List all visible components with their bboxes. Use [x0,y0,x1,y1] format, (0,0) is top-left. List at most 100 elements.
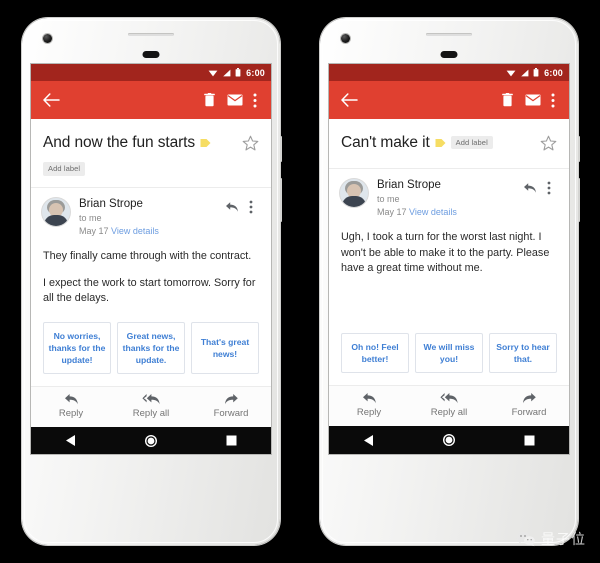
view-details-link[interactable]: View details [409,207,457,217]
back-arrow-icon[interactable] [40,87,62,113]
reply-all-label: Reply all [132,407,170,419]
forward-arrow-icon [224,393,238,404]
forward-button[interactable]: Forward [489,392,569,418]
sensor-pill [440,51,458,58]
android-nav-bar [31,426,271,454]
sender-recipient: to me [377,194,400,204]
battery-icon [235,68,241,77]
screenshot-stage: 6:00 And now the fun starts Add label Br… [0,0,600,563]
sender-date-row: May 17 View details [377,206,522,218]
nav-home-button[interactable] [431,429,467,451]
reply-action-bar: Reply Reply all Forward [31,385,271,427]
avatar [340,179,368,207]
add-label-chip[interactable]: Add label [450,135,493,150]
sender-date-row: May 17 View details [79,225,224,237]
mail-envelope-icon[interactable] [222,87,248,113]
view-details-link[interactable]: View details [111,226,159,236]
reply-all-arrow-icon [141,393,160,404]
status-bar: 6:00 [31,64,271,81]
forward-label: Forward [213,407,249,419]
earpiece-speaker [128,33,174,36]
sender-row: Brian Strope to me May 17 View details [31,188,271,241]
mail-body: Ugh, I took a turn for the worst last ni… [329,222,569,329]
reply-arrow-icon[interactable] [522,180,538,196]
status-time: 6:00 [544,67,563,78]
overflow-menu-icon[interactable] [546,87,560,113]
star-icon[interactable] [242,135,259,157]
subject-line: And now the fun starts [43,133,236,152]
phone-screen-left: 6:00 And now the fun starts Add label Br… [31,64,271,454]
app-toolbar [31,81,271,119]
sender-recipient: to me [79,213,102,223]
volume-button[interactable] [578,178,580,222]
smart-reply-chip[interactable]: No worries, thanks for the update! [43,321,111,374]
reply-all-button[interactable]: Reply all [111,393,191,419]
mail-paragraph: I expect the work to start tomorrow. Sor… [43,276,256,305]
nav-recents-button[interactable] [213,430,249,452]
mail-paragraph: They finally came through with the contr… [43,250,252,262]
subject-block: Can't make it Add label [329,119,569,169]
earpiece-speaker [426,33,472,36]
wifi-icon [506,70,516,76]
avatar [42,198,70,226]
message-overflow-icon[interactable] [243,199,259,215]
wechat-icon [516,532,535,547]
phone-device-right: 6:00 Can't make it Add label Brian Strop… [320,18,580,545]
volume-button[interactable] [280,178,282,222]
power-button[interactable] [280,136,282,162]
smart-reply-chip[interactable]: That's great news! [191,321,259,374]
star-icon[interactable] [540,135,557,157]
sender-name: Brian Strope [377,179,441,191]
mail-envelope-icon[interactable] [520,87,546,113]
message-overflow-icon[interactable] [541,180,557,196]
reply-arrow-icon [362,393,376,404]
phone-device-left: 6:00 And now the fun starts Add label Br… [22,18,282,545]
smart-reply-bar: Oh no! Feel better! We will miss you! So… [329,329,569,385]
status-bar: 6:00 [329,64,569,81]
watermark-text: 量子位 [541,531,586,547]
front-camera-icon [341,34,350,43]
sender-date: May 17 [377,207,407,217]
delete-trash-icon[interactable] [494,87,520,113]
reply-all-arrow-icon [439,393,458,404]
subject-block: And now the fun starts Add label [31,119,271,188]
sender-meta: Brian Strope to me May 17 View details [377,178,522,218]
smart-reply-chip[interactable]: Oh no! Feel better! [341,333,409,373]
forward-button[interactable]: Forward [191,393,271,419]
add-label-chip[interactable]: Add label [43,162,86,176]
battery-icon [533,68,539,77]
triangle-back-icon [364,434,373,446]
smart-reply-chip[interactable]: Great news, thanks for the update. [117,321,185,374]
sender-meta: Brian Strope to me May 17 View details [79,197,224,237]
forward-label: Forward [511,407,547,418]
smart-reply-bar: No worries, thanks for the update! Great… [31,318,271,386]
watermark: 量子位 [516,529,586,549]
signal-icon [521,69,529,76]
smart-reply-chip[interactable]: Sorry to hear that. [489,333,557,373]
nav-back-button[interactable] [53,430,89,452]
wifi-icon [208,70,218,76]
reply-button[interactable]: Reply [329,392,409,418]
subject-line: Can't make it Add label [341,133,534,152]
overflow-menu-icon[interactable] [248,87,262,113]
label-tag-icon [200,138,211,147]
nav-home-button[interactable] [133,430,169,452]
nav-back-button[interactable] [351,429,387,451]
reply-label: Reply [58,407,84,419]
reply-button[interactable]: Reply [31,393,111,419]
smart-reply-chip[interactable]: We will miss you! [415,333,483,373]
sender-actions [522,180,557,196]
reply-arrow-icon[interactable] [224,199,240,215]
sender-date: May 17 [79,226,109,236]
nav-recents-button[interactable] [511,429,547,451]
page-title: Can't make it [341,134,430,151]
label-tag-icon [435,138,446,147]
back-arrow-icon[interactable] [338,87,360,113]
power-button[interactable] [578,136,580,162]
delete-trash-icon[interactable] [196,87,222,113]
circle-home-icon [443,434,455,446]
forward-arrow-icon [522,393,536,404]
subject-main: Can't make it Add label [341,133,534,152]
mail-paragraph: Ugh, I took a turn for the worst last ni… [341,231,550,274]
reply-all-button[interactable]: Reply all [409,392,489,418]
